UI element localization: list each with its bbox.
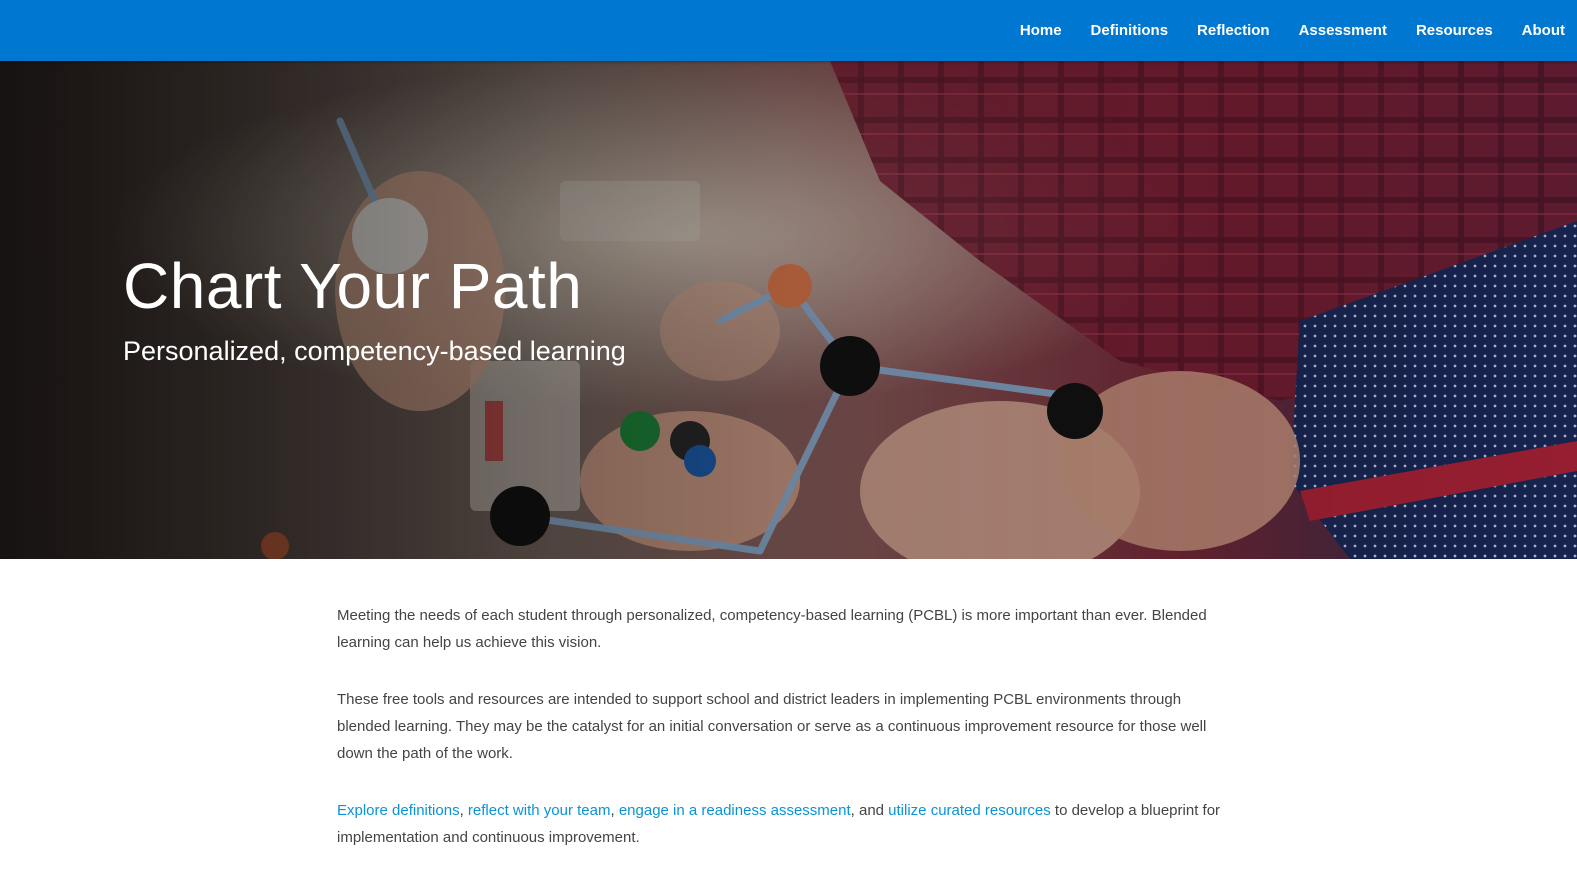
nav-item-home[interactable]: Home	[1020, 22, 1062, 39]
nav-item-assessment[interactable]: Assessment	[1299, 22, 1387, 39]
intro-paragraph-3: Explore definitions, reflect with your t…	[337, 797, 1227, 851]
separator-text: ,	[459, 802, 468, 819]
hero-banner: Chart Your Path Personalized, competency…	[0, 61, 1577, 559]
nav-item-about[interactable]: About	[1522, 22, 1565, 39]
hero-subtitle: Personalized, competency-based learning	[123, 336, 626, 366]
reflect-with-team-link[interactable]: reflect with your team	[468, 802, 611, 819]
readiness-assessment-link[interactable]: engage in a readiness assessment	[619, 802, 851, 819]
intro-paragraph-2: These free tools and resources are inten…	[337, 691, 1207, 762]
separator-text: ,	[610, 802, 619, 819]
nav-item-definitions[interactable]: Definitions	[1091, 22, 1169, 39]
intro-paragraph-1: Meeting the needs of each student throug…	[337, 607, 1207, 651]
separator-text: , and	[850, 802, 889, 819]
hero-title: Chart Your Path	[123, 250, 583, 322]
curated-resources-link[interactable]: utilize curated resources	[888, 802, 1051, 819]
intro-content: Meeting the needs of each student throug…	[337, 602, 1227, 881]
explore-definitions-link[interactable]: Explore definitions	[337, 802, 460, 819]
nav-item-resources[interactable]: Resources	[1416, 22, 1493, 39]
main-nav: Home Definitions Reflection Assessment R…	[991, 0, 1565, 61]
top-navbar: Home Definitions Reflection Assessment R…	[0, 0, 1577, 61]
nav-item-reflection[interactable]: Reflection	[1197, 22, 1270, 39]
